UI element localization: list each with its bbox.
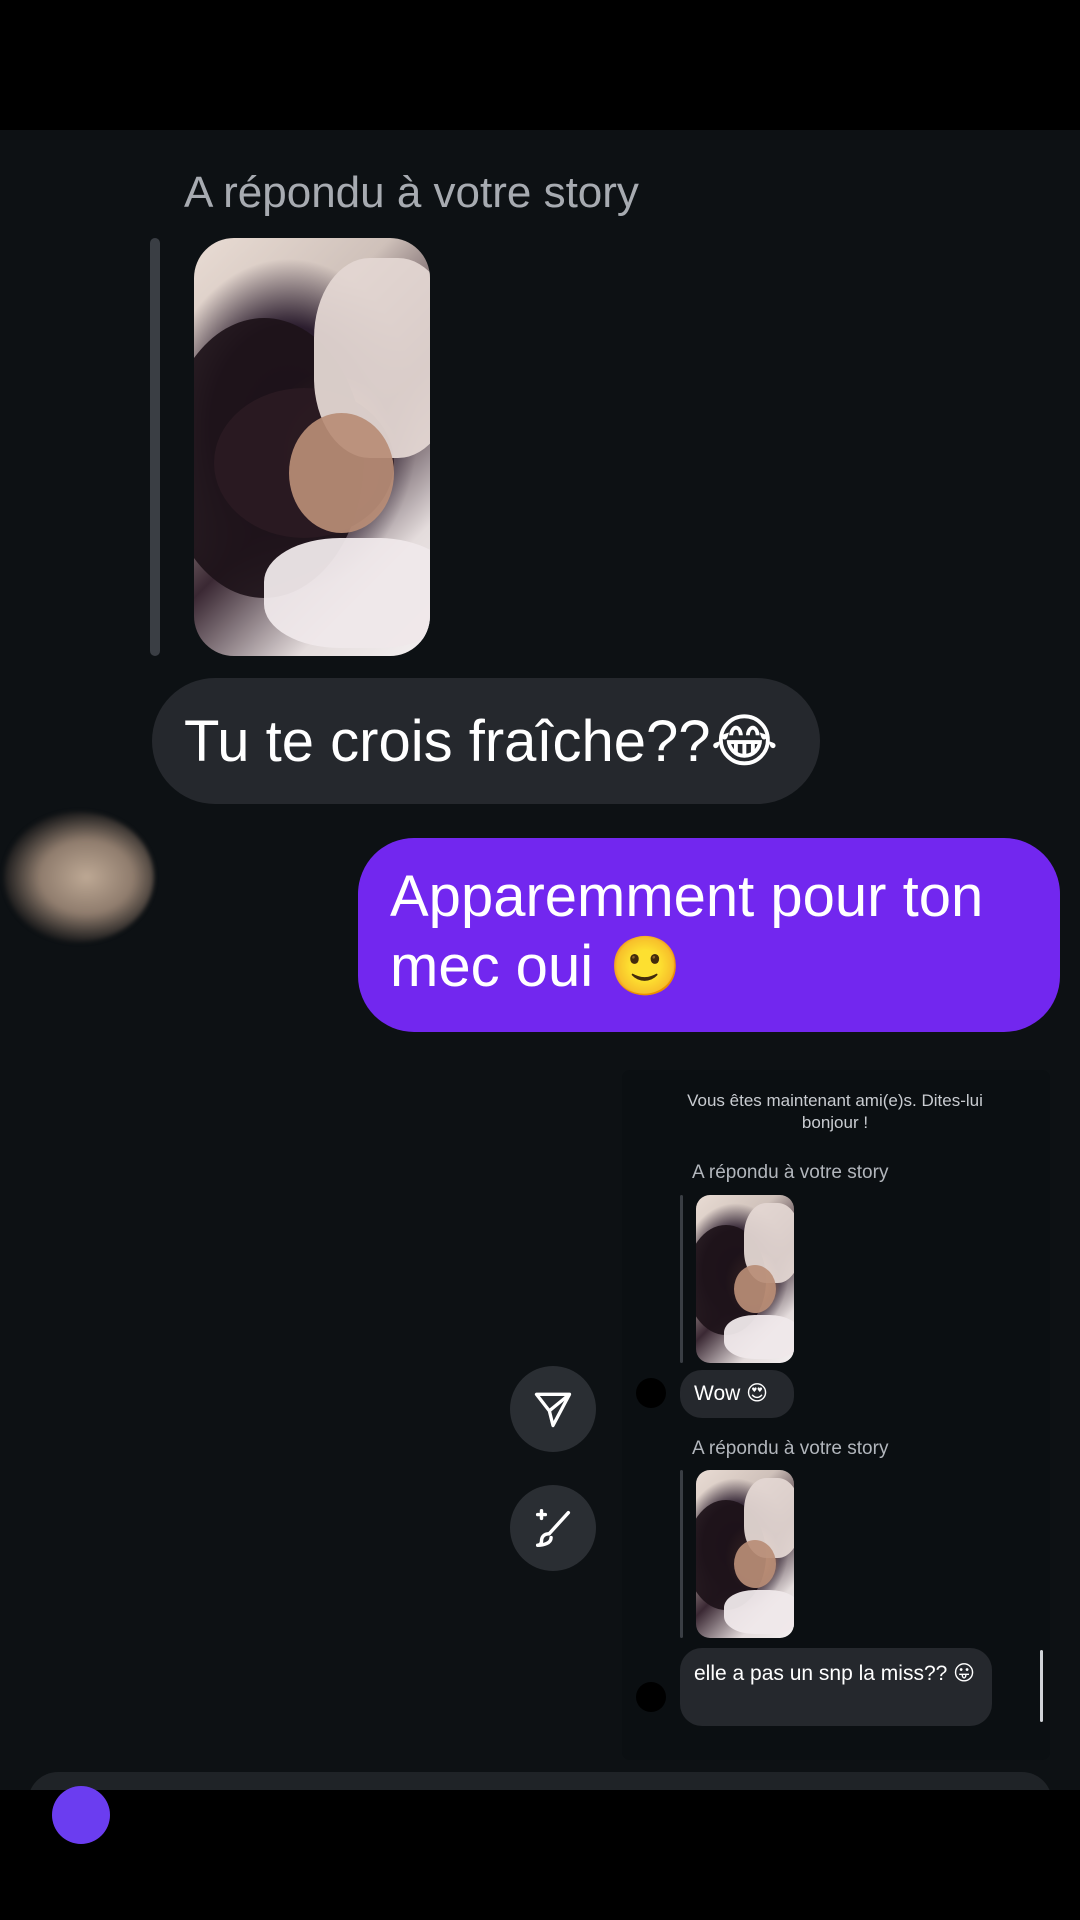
outgoing-message-bubble[interactable]: Apparemment pour ton mec oui 🙂 (358, 838, 1060, 1032)
mini-story-caption-1: A répondu à votre story (692, 1162, 889, 1183)
friends-notice: Vous êtes maintenant ami(e)s. Dites-lui … (687, 1091, 983, 1132)
outgoing-message-text: Apparemment pour ton mec oui 🙂 (390, 864, 984, 999)
mini-message-bubble-2[interactable]: elle a pas un snp la miss?? 😛 (680, 1648, 992, 1726)
mini-avatar-2 (636, 1682, 666, 1712)
reply-quote-bar (150, 238, 160, 656)
camera-button[interactable] (52, 1786, 110, 1844)
sender-avatar[interactable] (4, 812, 154, 942)
story-reply-caption: A répondu à votre story (184, 168, 639, 217)
bottom-bar (0, 1790, 1080, 1920)
incoming-message-text: Tu te crois fraîche??😂 (184, 709, 779, 774)
edit-button[interactable] (510, 1485, 596, 1571)
mini-scrollbar[interactable] (1040, 1650, 1043, 1722)
mini-message-text-1: Wow 😍 (694, 1382, 769, 1405)
mini-message-text-2: elle a pas un snp la miss?? 😛 (694, 1662, 976, 1685)
mini-quote-bar-1 (680, 1195, 683, 1363)
mini-quote-bar-2 (680, 1470, 683, 1638)
incoming-message-bubble[interactable]: Tu te crois fraîche??😂 (152, 678, 820, 804)
chat-thread[interactable]: A répondu à votre story Tu te crois fraî… (0, 130, 1080, 1790)
mini-story-caption-2: A répondu à votre story (692, 1438, 889, 1459)
sparkle-brush-icon (535, 1509, 571, 1547)
send-button[interactable] (510, 1366, 596, 1452)
paper-plane-icon (534, 1392, 572, 1428)
mini-message-bubble-1[interactable]: Wow 😍 (680, 1370, 794, 1418)
embedded-screenshot[interactable]: Vous êtes maintenant ami(e)s. Dites-lui … (622, 1070, 1050, 1760)
mini-avatar-1 (636, 1378, 666, 1408)
story-thumbnail[interactable] (194, 238, 430, 656)
mini-story-thumbnail-2[interactable] (696, 1470, 794, 1638)
mini-story-thumbnail-1[interactable] (696, 1195, 794, 1363)
